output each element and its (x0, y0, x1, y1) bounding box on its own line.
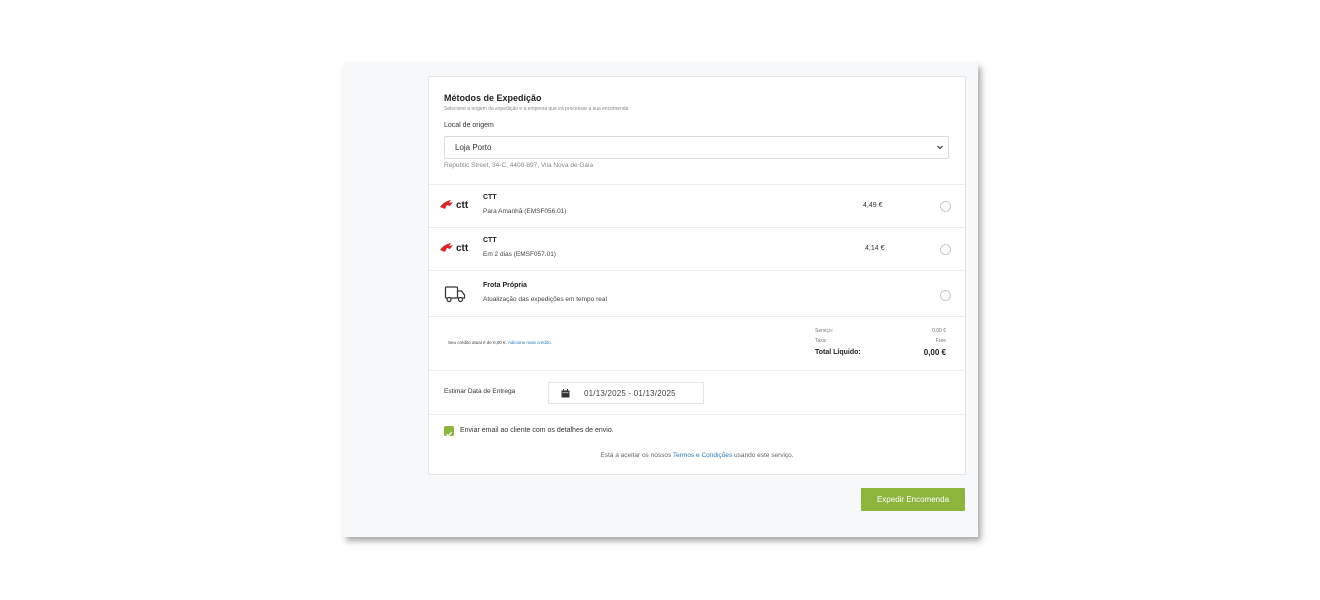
delivery-estimate-label: Estimar Data de Entrega (444, 388, 516, 395)
calendar-icon (561, 389, 570, 398)
shipping-option-ctt-2days[interactable]: ctt CTT Em 2 dias (EMSF057.01) 4,14 € (429, 227, 965, 271)
svg-text:ctt: ctt (456, 200, 469, 211)
credit-info: Seu crédito atual é de 0,00 €. Adicione … (448, 340, 552, 345)
shipping-option-radio[interactable] (940, 201, 951, 212)
shipping-option-radio[interactable] (940, 244, 951, 255)
service-cost-label: Serviço: (815, 328, 834, 334)
ship-order-button[interactable]: Expedir Encomenda (861, 488, 965, 511)
carrier-name: CTT (483, 194, 497, 201)
shipping-price: 4,49 € (863, 202, 883, 209)
origin-address: Republic Street, 34-C, 4400-897, Vila No… (444, 162, 594, 169)
service-name: Atualização das expedições em tempo real (483, 296, 607, 303)
total-value: 0,00 € (923, 348, 946, 357)
terms-link[interactable]: Termos e Condições (673, 452, 732, 459)
check-icon (446, 431, 453, 437)
credit-text: Seu crédito atual é de 0,00 €. (448, 340, 507, 345)
shipping-option-own-fleet[interactable]: Frota Própria Atualização das expedições… (429, 270, 965, 317)
ctt-logo-icon: ctt (440, 243, 469, 254)
shipping-option-ctt-tomorrow[interactable]: ctt CTT Para Amanhã (EMSF056.01) 4,49 € (429, 184, 965, 228)
delivery-date-range-input[interactable]: 01/13/2025 - 01/13/2025 (548, 382, 704, 404)
origin-select[interactable]: Loja Porto (444, 136, 949, 159)
email-terms-section (429, 414, 965, 475)
service-name: Para Amanhã (EMSF056.01) (483, 208, 567, 215)
service-cost-value: 0,00 € (932, 328, 946, 334)
carrier-name: CTT (483, 237, 497, 244)
shipping-methods-card: Métodos de Expedição Selecione a origem … (428, 76, 966, 475)
ctt-logo-icon: ctt (440, 200, 469, 211)
origin-label: Local de origem (444, 122, 494, 129)
shipping-modal: Métodos de Expedição Selecione a origem … (343, 63, 978, 537)
service-name: Em 2 dias (EMSF057.01) (483, 251, 556, 258)
truck-icon (444, 286, 466, 303)
carrier-name: Frota Própria (483, 282, 527, 289)
delivery-date-range: 01/13/2025 - 01/13/2025 (584, 389, 676, 398)
shipping-option-radio[interactable] (940, 290, 951, 301)
svg-text:ctt: ctt (456, 243, 469, 254)
shipping-price: 4,14 € (865, 245, 885, 252)
terms-text-before: Está a aceitar os nossos (600, 452, 672, 459)
send-email-label: Enviar email ao cliente com os detalhes … (460, 427, 614, 434)
tax-value: Free (935, 338, 946, 344)
total-label: Total Líquido: (815, 349, 861, 356)
page-subtitle: Selecione a origem da expedição e a empr… (444, 106, 629, 112)
tax-label: Taxa: (815, 338, 827, 344)
terms-notice: Está a aceitar os nossos Termos e Condiç… (429, 452, 965, 459)
chevron-down-icon (937, 145, 943, 150)
send-email-checkbox[interactable] (444, 426, 454, 437)
origin-select-value: Loja Porto (455, 143, 492, 152)
add-credit-link[interactable]: Adicione mais crédito. (508, 340, 552, 345)
terms-text-after: usando este serviço. (733, 452, 794, 459)
page-title: Métodos de Expedição (444, 93, 542, 103)
